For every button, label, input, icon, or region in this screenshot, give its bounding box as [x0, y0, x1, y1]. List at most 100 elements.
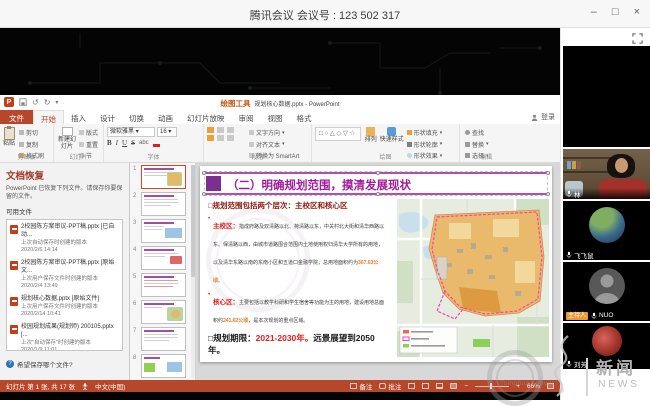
layout-button[interactable]: 版式 — [79, 128, 98, 137]
arrange-button[interactable]: 排列 — [365, 127, 377, 144]
recovered-file-item[interactable]: 规划核心数据.pptx [原始文件]上次用户保存文件时创建的版本2020/2/1… — [10, 296, 119, 319]
align-center-icon[interactable] — [217, 135, 224, 141]
slideshow-view-icon[interactable] — [450, 383, 457, 389]
shapes-gallery[interactable]: □○△◇▽☆ — [315, 127, 361, 141]
slide-sorter-view-icon[interactable] — [422, 383, 429, 389]
zoom-slider-thumb[interactable] — [490, 383, 492, 389]
qat-dropdown-icon[interactable]: ▾ — [55, 99, 58, 106]
close-button[interactable]: × — [634, 6, 640, 18]
video-tile-feifeishu[interactable]: 飞飞鼠 — [563, 201, 650, 260]
selection-handle[interactable] — [546, 192, 550, 196]
text-direction-button[interactable]: 文字方向▾ — [249, 128, 299, 137]
tab-review[interactable]: 审阅 — [232, 110, 261, 124]
cut-button[interactable]: 剪切 — [19, 128, 44, 137]
selection-handle[interactable] — [376, 171, 380, 175]
save-icon[interactable] — [19, 98, 27, 106]
ppt-status-bar: 幻灯片 第 1 张, 共 17 张 中文(中国) 备注 批注 − + 66% — [0, 380, 560, 392]
recovery-pane-title: 文档恢复 — [6, 168, 123, 182]
slide-thumbnail-7[interactable]: 7 — [130, 326, 195, 353]
ribbon-group-drawing: □○△◇▽☆ 排列 快速样式 形状填充▾ 形状轮廓▾ 形状效果▾ 绘图 — [312, 124, 460, 162]
maximize-button[interactable]: □ — [612, 6, 619, 18]
slide-thumbnail-4[interactable]: 4 — [130, 245, 195, 272]
video-tile-camera-off[interactable] — [563, 46, 650, 147]
bold-button[interactable]: B — [107, 139, 112, 147]
slide-canvas[interactable]: （二）明确规划范围，摸清发展现状 □规划范围包括两个层次：主校区和核心区 •主校… — [200, 166, 552, 362]
find-button[interactable]: 查找 — [465, 128, 489, 137]
paste-button[interactable]: 粘贴 — [3, 127, 15, 148]
cut-icon — [19, 130, 24, 135]
selection-handle[interactable] — [202, 171, 206, 175]
shape-fill-button[interactable]: 形状填充▾ — [407, 128, 443, 137]
campus-planning-map[interactable] — [397, 199, 549, 357]
selection-handle[interactable] — [376, 192, 380, 196]
columns-icon[interactable] — [227, 135, 234, 141]
numbering-icon[interactable] — [217, 127, 224, 133]
minimize-button[interactable]: – — [591, 6, 597, 18]
strikethrough-button[interactable]: S — [131, 139, 135, 147]
align-left-icon[interactable] — [207, 135, 214, 141]
new-slide-button[interactable]: 新建幻灯片 — [57, 127, 77, 150]
indent-icon[interactable] — [227, 127, 234, 133]
recovered-file-item[interactable]: 2校园陈方案审议-PPT稿.pptx [原始文...上次用户保存文件时创建的版本… — [10, 260, 119, 290]
comments-button[interactable]: 批注 — [379, 381, 401, 391]
video-tile-nuo[interactable]: 主持人 NUO — [563, 262, 650, 321]
normal-view-icon[interactable] — [408, 383, 415, 389]
tab-design[interactable]: 设计 — [93, 110, 122, 124]
accessibility-icon[interactable] — [82, 383, 88, 390]
italic-button[interactable]: I — [116, 139, 118, 147]
tab-format[interactable]: 格式 — [290, 110, 319, 124]
selection-handle[interactable] — [202, 192, 206, 196]
expand-videos-icon[interactable] — [632, 33, 643, 44]
quick-styles-button[interactable]: 快速样式 — [380, 127, 404, 144]
tab-view[interactable]: 视图 — [261, 110, 290, 124]
undo-icon[interactable]: ↺ — [32, 98, 39, 107]
zoom-out-button[interactable]: − — [464, 383, 468, 390]
slide-body-textbox[interactable]: □规划范围包括两个层次：主校区和核心区 •主校区：指成府路及双清路以北、荷清路以… — [208, 201, 387, 357]
ribbon-group-font: 微软雅黑 ▾ 16 ▾ B I U S abc 字体 — [104, 124, 204, 162]
video-tile-lin[interactable]: 林 — [563, 149, 650, 199]
slide-thumbnail-3[interactable]: 3 — [130, 218, 195, 245]
shape-outline-button[interactable]: 形状轮廓▾ — [407, 140, 443, 149]
reading-view-icon[interactable] — [436, 383, 443, 389]
document-recovery-pane: 文档恢复 PowerPoint 已恢复下列文件。请保存你要保留的文件。 可用文件… — [0, 163, 130, 380]
thumbnail-scrollbar[interactable] — [191, 165, 195, 378]
recovered-file-item[interactable]: 校园规划成果(规划师) 200105.pptx [...上次"自动保存"时创建的… — [10, 324, 119, 351]
selection-handle[interactable] — [546, 171, 550, 175]
font-name-combo[interactable]: 微软雅黑 ▾ — [107, 127, 155, 137]
slide-thumbnail-5[interactable]: 5 — [130, 272, 195, 299]
slide-thumbnail-8[interactable]: 8 — [130, 353, 195, 380]
zoom-slider[interactable] — [475, 386, 509, 387]
redo-icon[interactable]: ↻ — [44, 98, 51, 107]
font-size-combo[interactable]: 16 ▾ — [157, 127, 177, 137]
underline-button[interactable]: U — [122, 139, 127, 147]
which-file-to-save-link[interactable]: ? 希望保存哪个文件? — [6, 359, 123, 369]
slide-thumbnail-6[interactable]: 6 — [130, 299, 195, 326]
zoom-in-button[interactable]: + — [516, 383, 520, 390]
reset-button[interactable]: 重置 — [79, 140, 98, 149]
font-color-icon[interactable] — [153, 144, 160, 147]
slide-thumbnail-1[interactable]: 1 — [130, 164, 195, 191]
sign-in-button[interactable]: 登录 — [531, 112, 555, 122]
clear-format-button[interactable]: abc — [139, 140, 149, 146]
tab-home[interactable]: 开始 — [33, 110, 64, 124]
tab-transitions[interactable]: 切换 — [122, 110, 151, 124]
slide-thumbnail-2[interactable]: 2 — [130, 191, 195, 218]
copy-button[interactable]: 复制 — [19, 140, 44, 149]
zoom-level[interactable]: 66% — [527, 383, 540, 390]
recovered-file-item[interactable]: 2校园陈方案审议-PPT稿.pptx [已自动...上次自动保存时创建的版本20… — [10, 224, 119, 254]
align-text-button[interactable]: 对齐文本▾ — [249, 140, 299, 149]
slide-title-textbox[interactable]: （二）明确规划范围，摸清发展现状 — [205, 172, 547, 195]
shared-screen: P ↺ ↻ ▾ 绘图工具规划核心数据.pptx - PowerPoint 文件 … — [0, 28, 560, 400]
tab-animations[interactable]: 动画 — [151, 110, 180, 124]
ribbon-group-paragraph: 文字方向▾ 对齐文本▾ 转换为 SmartArt 段落 — [204, 124, 312, 162]
replace-button[interactable]: 替换▾ — [465, 140, 489, 149]
language-indicator[interactable]: 中文(中国) — [95, 381, 125, 391]
comments-icon — [379, 383, 386, 389]
tab-file[interactable]: 文件 — [0, 110, 33, 124]
fit-to-window-icon[interactable] — [547, 383, 554, 389]
tab-slideshow[interactable]: 幻灯片放映 — [180, 110, 232, 124]
notes-button[interactable]: 备注 — [350, 381, 372, 391]
bullets-icon[interactable] — [207, 127, 214, 133]
tab-insert[interactable]: 插入 — [64, 110, 93, 124]
video-tile-liufang[interactable]: 刘芳 — [563, 323, 650, 369]
